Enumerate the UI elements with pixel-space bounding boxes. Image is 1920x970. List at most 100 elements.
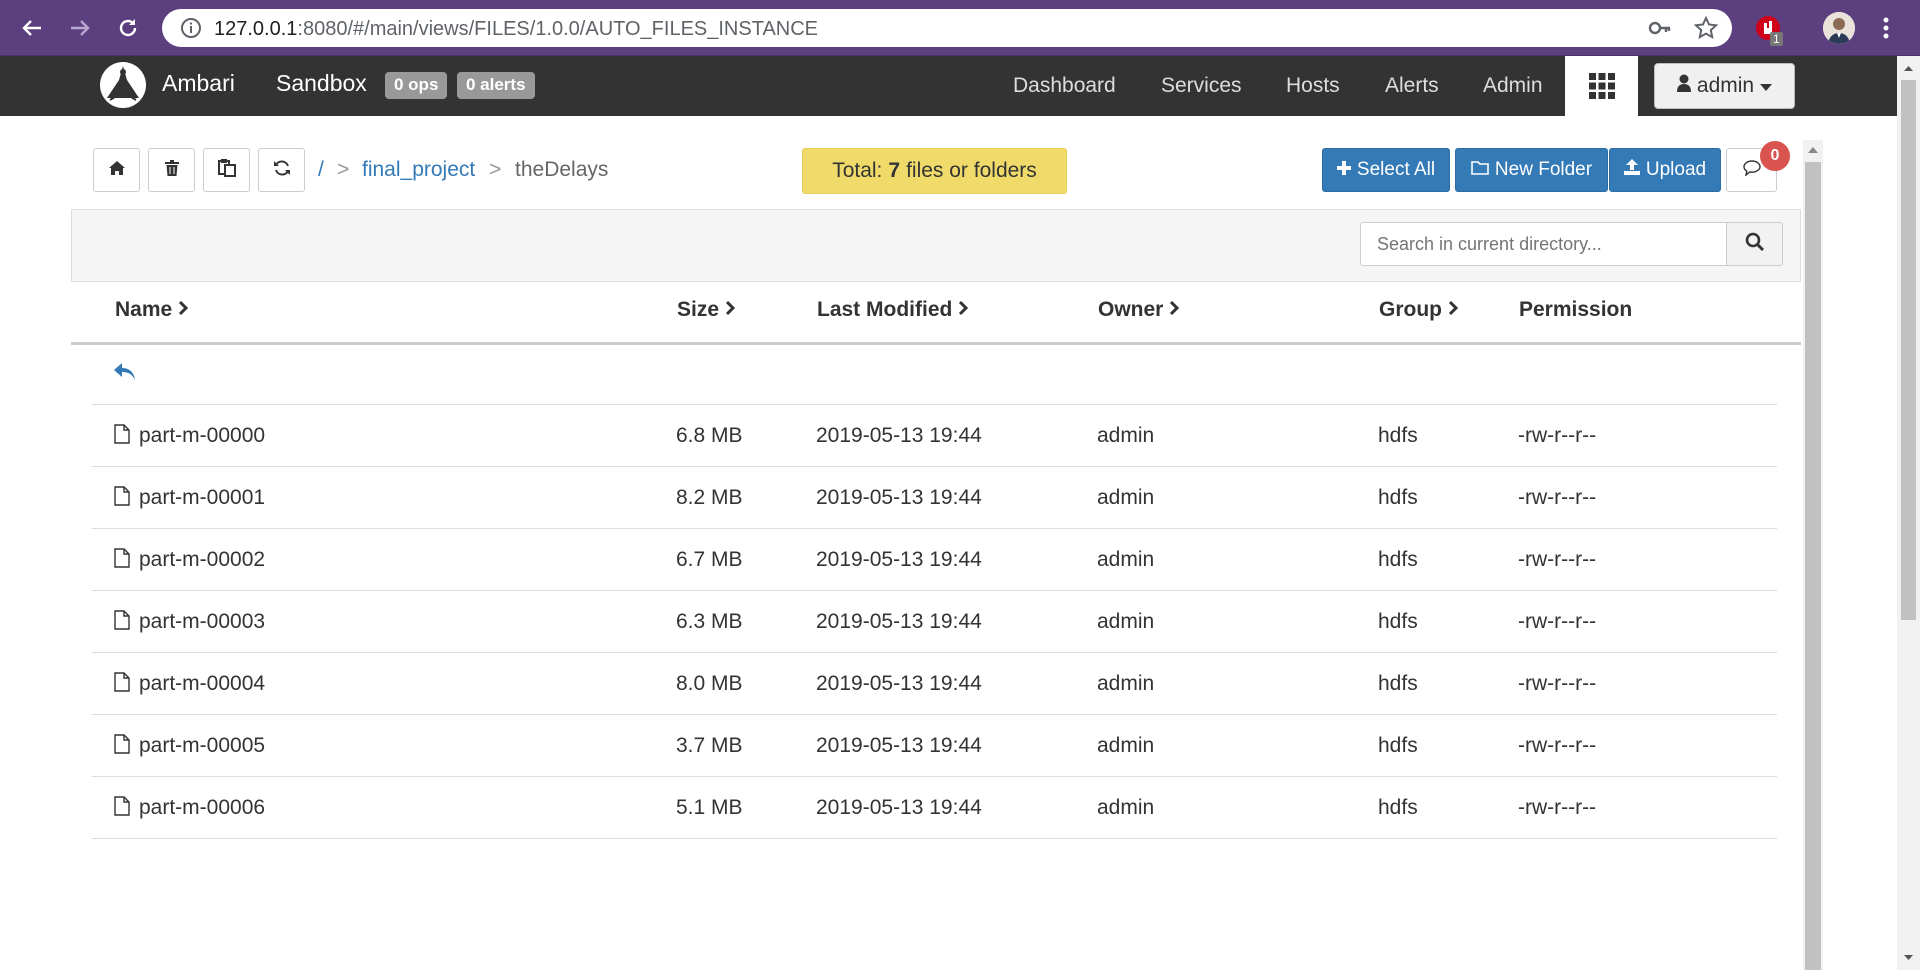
- file-group: hdfs: [1378, 548, 1418, 571]
- file-group: hdfs: [1378, 734, 1418, 757]
- refresh-button[interactable]: [258, 148, 305, 192]
- file-group: hdfs: [1378, 610, 1418, 633]
- file-permission[interactable]: -rw-r--r--: [1518, 610, 1596, 634]
- file-icon: [114, 796, 130, 822]
- reload-icon[interactable]: [112, 12, 144, 44]
- file-permission[interactable]: -rw-r--r--: [1518, 486, 1596, 510]
- chevron-right-icon: [1448, 298, 1459, 322]
- table-row[interactable]: part-m-00002 6.7 MB 2019-05-13 19:44 adm…: [92, 529, 1777, 591]
- cluster-name[interactable]: Sandbox: [276, 70, 367, 97]
- file-permission[interactable]: -rw-r--r--: [1518, 672, 1596, 696]
- column-header-size[interactable]: Size: [677, 298, 736, 322]
- folder-icon: [1471, 159, 1489, 181]
- file-modified: 2019-05-13 19:44: [816, 486, 982, 509]
- file-icon: [114, 486, 130, 512]
- file-size: 5.1 MB: [676, 796, 743, 819]
- file-permission[interactable]: -rw-r--r--: [1518, 734, 1596, 758]
- file-modified: 2019-05-13 19:44: [816, 734, 982, 757]
- brand-name[interactable]: Ambari: [162, 70, 235, 97]
- upload-button[interactable]: Upload: [1609, 148, 1721, 192]
- address-bar[interactable]: 127.0.0.1:8080/#/main/views/FILES/1.0.0/…: [162, 9, 1732, 47]
- nav-hosts[interactable]: Hosts: [1286, 74, 1340, 98]
- total-count: 7: [888, 159, 901, 182]
- file-name[interactable]: part-m-00000: [139, 424, 265, 448]
- file-icon: [114, 672, 130, 698]
- select-all-button[interactable]: Select All: [1322, 148, 1450, 192]
- column-header-group[interactable]: Group: [1379, 298, 1459, 322]
- alerts-badge[interactable]: 0 alerts: [457, 72, 535, 99]
- breadcrumb-folder[interactable]: final_project: [362, 158, 475, 182]
- file-owner: admin: [1097, 610, 1155, 633]
- ambari-logo-icon[interactable]: [98, 60, 148, 110]
- reply-arrow-icon[interactable]: [114, 363, 136, 386]
- search-input[interactable]: [1360, 222, 1727, 266]
- total-count-label: Total: 7 files or folders: [802, 148, 1067, 194]
- back-arrow-icon[interactable]: [16, 12, 48, 44]
- file-name[interactable]: part-m-00004: [139, 672, 265, 696]
- file-name[interactable]: part-m-00005: [139, 734, 265, 758]
- file-owner: admin: [1097, 796, 1155, 819]
- file-icon: [114, 734, 130, 760]
- page-scrollbar-thumb[interactable]: [1901, 80, 1916, 620]
- browser-menu-icon[interactable]: [1876, 14, 1896, 42]
- user-menu-button[interactable]: admin: [1654, 63, 1795, 109]
- file-permission[interactable]: -rw-r--r--: [1518, 796, 1596, 820]
- file-permission[interactable]: -rw-r--r--: [1518, 548, 1596, 572]
- scroll-up-arrow-icon[interactable]: [1805, 143, 1821, 157]
- file-size: 6.7 MB: [676, 548, 743, 571]
- file-group: hdfs: [1378, 796, 1418, 819]
- home-button[interactable]: [93, 148, 140, 192]
- nav-alerts[interactable]: Alerts: [1385, 74, 1439, 98]
- parent-directory-row[interactable]: [92, 345, 1777, 405]
- profile-avatar[interactable]: [1823, 12, 1855, 44]
- new-folder-button[interactable]: New Folder: [1455, 148, 1608, 192]
- caret-down-icon: [1760, 74, 1773, 98]
- page-scroll-down-icon[interactable]: [1901, 952, 1916, 966]
- delete-button[interactable]: [148, 148, 195, 192]
- search-button[interactable]: [1726, 222, 1783, 266]
- table-row[interactable]: part-m-00006 5.1 MB 2019-05-13 19:44 adm…: [92, 777, 1777, 839]
- file-name[interactable]: part-m-00003: [139, 610, 265, 634]
- extension-badge: 1: [1770, 32, 1783, 46]
- file-modified: 2019-05-13 19:44: [816, 424, 982, 447]
- content-scrollbar-thumb[interactable]: [1805, 162, 1821, 970]
- column-header-name[interactable]: Name: [115, 298, 189, 322]
- file-modified: 2019-05-13 19:44: [816, 548, 982, 571]
- paste-button[interactable]: [203, 148, 250, 192]
- nav-services[interactable]: Services: [1161, 74, 1242, 98]
- file-group: hdfs: [1378, 424, 1418, 447]
- views-grid-icon[interactable]: [1565, 56, 1638, 116]
- plus-icon: [1336, 159, 1351, 181]
- file-modified: 2019-05-13 19:44: [816, 672, 982, 695]
- site-info-icon[interactable]: [180, 17, 202, 44]
- file-size: 3.7 MB: [676, 734, 743, 757]
- table-row[interactable]: part-m-00001 8.2 MB 2019-05-13 19:44 adm…: [92, 467, 1777, 529]
- chevron-right-icon: [725, 298, 736, 322]
- page-scroll-up-icon[interactable]: [1901, 62, 1916, 76]
- ops-badge[interactable]: 0 ops: [385, 72, 448, 99]
- file-group: hdfs: [1378, 486, 1418, 509]
- file-owner: admin: [1097, 486, 1155, 509]
- table-row[interactable]: part-m-00003 6.3 MB 2019-05-13 19:44 adm…: [92, 591, 1777, 653]
- column-header-last-modified[interactable]: Last Modified: [817, 298, 969, 322]
- table-row[interactable]: part-m-00000 6.8 MB 2019-05-13 19:44 adm…: [92, 405, 1777, 467]
- breadcrumb-root[interactable]: /: [318, 158, 324, 182]
- nav-admin[interactable]: Admin: [1483, 74, 1543, 98]
- column-header-owner[interactable]: Owner: [1098, 298, 1180, 322]
- key-icon[interactable]: [1648, 17, 1672, 44]
- file-icon: [114, 548, 130, 574]
- file-name[interactable]: part-m-00001: [139, 486, 265, 510]
- comment-icon: [1742, 159, 1761, 181]
- file-owner: admin: [1097, 734, 1155, 757]
- chevron-right-icon: [178, 298, 189, 322]
- forward-arrow-icon[interactable]: [64, 12, 96, 44]
- bookmark-star-icon[interactable]: [1693, 15, 1719, 45]
- user-name: admin: [1696, 74, 1755, 97]
- file-permission[interactable]: -rw-r--r--: [1518, 424, 1596, 448]
- nav-dashboard[interactable]: Dashboard: [1013, 74, 1116, 98]
- table-row[interactable]: part-m-00005 3.7 MB 2019-05-13 19:44 adm…: [92, 715, 1777, 777]
- table-row[interactable]: part-m-00004 8.0 MB 2019-05-13 19:44 adm…: [92, 653, 1777, 715]
- file-size: 6.8 MB: [676, 424, 743, 447]
- file-name[interactable]: part-m-00006: [139, 796, 265, 820]
- file-name[interactable]: part-m-00002: [139, 548, 265, 572]
